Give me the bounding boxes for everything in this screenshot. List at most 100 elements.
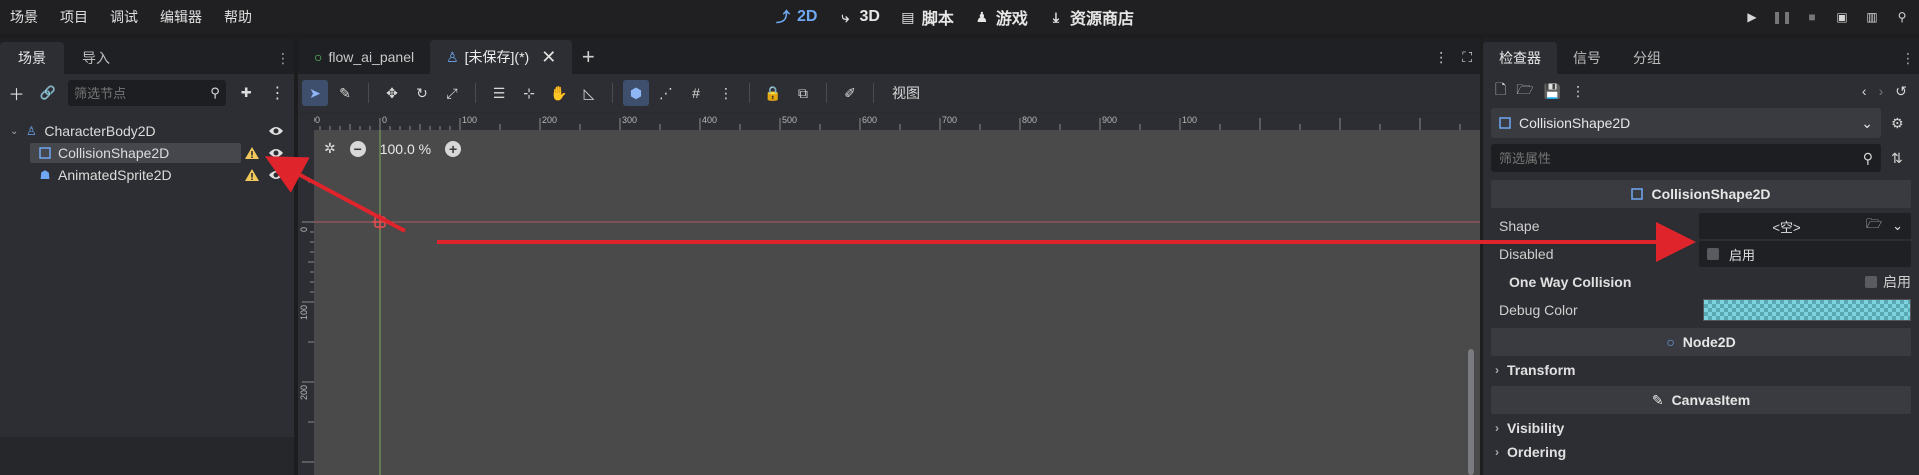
viewport-grid bbox=[314, 130, 1480, 475]
menu-debug[interactable]: 调试 bbox=[99, 0, 149, 34]
object-tools-icon[interactable]: ⚙ bbox=[1891, 115, 1904, 132]
workspace-game[interactable]: ♟ 游戏 bbox=[974, 5, 1028, 29]
lock-icon[interactable]: 🔒 bbox=[760, 80, 786, 106]
property-shape: Shape <空> 🗁 ⌄ bbox=[1491, 212, 1911, 240]
attach-script-icon[interactable]: ✚ bbox=[236, 82, 257, 104]
open-folder-icon[interactable]: 🗁 bbox=[1516, 79, 1533, 103]
distraction-free-icon[interactable]: ⛶ bbox=[1462, 49, 1472, 66]
tab-inspector[interactable]: 检查器 bbox=[1483, 42, 1557, 74]
select-mode-icon[interactable]: ➤ bbox=[302, 80, 328, 106]
scene-tab-flow-ai-panel[interactable]: ○ flow_ai_panel bbox=[298, 40, 430, 74]
pan-mode-icon[interactable]: ✋ bbox=[546, 80, 572, 106]
tab-import[interactable]: 导入 bbox=[64, 42, 128, 74]
toolbar-divider bbox=[475, 83, 476, 103]
tree-row-characterbody2d[interactable]: ⌄ ♙ CharacterBody2D bbox=[0, 120, 294, 142]
snap-options-icon[interactable]: ⋰ bbox=[653, 80, 679, 106]
scene-tab-unsaved[interactable]: ♙ [未保存](*) ✕ bbox=[430, 40, 573, 74]
checkbox-box[interactable] bbox=[1707, 248, 1719, 260]
tab-scene[interactable]: 场景 bbox=[0, 42, 64, 74]
new-resource-icon[interactable]: 🗋 bbox=[1495, 79, 1506, 103]
list-select-icon[interactable]: ☰ bbox=[486, 80, 512, 106]
workspace-switcher: ⤴ 2D ⤷ 3D ▤ 脚本 ♟ 游戏 ⤓ 资源商店 bbox=[775, 0, 1134, 34]
zoom-out-icon[interactable]: − bbox=[349, 140, 366, 157]
pause-icon[interactable]: ❚❚ bbox=[1772, 8, 1792, 26]
move-mode-icon[interactable]: ✥ bbox=[379, 80, 405, 106]
smart-snap-icon[interactable]: ⬢ bbox=[623, 80, 649, 106]
tree-row-animatedsprite2d[interactable]: ☗ AnimatedSprite2D bbox=[0, 164, 294, 186]
menu-help[interactable]: 帮助 bbox=[213, 0, 263, 34]
kebab-menu-icon[interactable]: ⋮ bbox=[1897, 42, 1919, 74]
debug-color-picker[interactable] bbox=[1703, 299, 1911, 321]
scale-mode-icon[interactable]: ⤢ bbox=[439, 80, 465, 106]
filter-options-icon[interactable]: ⇅ bbox=[1891, 150, 1903, 167]
checkbox-box[interactable] bbox=[1865, 276, 1877, 288]
workspace-2d[interactable]: ⤴ 2D bbox=[775, 8, 817, 26]
group-transform[interactable]: › Transform bbox=[1491, 356, 1911, 384]
save-icon[interactable]: 💾 bbox=[1544, 83, 1561, 100]
vertical-scrollbar[interactable] bbox=[1468, 349, 1474, 475]
visibility-eye-icon[interactable] bbox=[268, 169, 284, 181]
workspace-3d[interactable]: ⤷ 3D bbox=[837, 8, 880, 26]
object-selector[interactable]: CollisionShape2D ⌄ bbox=[1491, 108, 1881, 138]
skeleton-bone-icon[interactable]: ✐ bbox=[837, 80, 863, 106]
canvas-viewport[interactable]: -100 0 100 200 300 400 500 600 700 800 9… bbox=[298, 114, 1480, 475]
warning-icon[interactable] bbox=[244, 168, 260, 182]
close-icon[interactable]: ✕ bbox=[541, 47, 556, 68]
snap-kebab-icon[interactable]: ⋮ bbox=[713, 80, 739, 106]
add-node-icon[interactable]: ＋ bbox=[6, 82, 27, 104]
stop-icon[interactable]: ■ bbox=[1803, 8, 1821, 26]
history-icon[interactable]: ↺ bbox=[1895, 83, 1907, 100]
play-icon[interactable]: ▶ bbox=[1743, 8, 1761, 26]
movie-maker-icon[interactable]: ⚲ bbox=[1893, 8, 1911, 26]
instance-scene-link-icon[interactable]: 🔗 bbox=[37, 82, 58, 104]
history-forward-icon[interactable]: › bbox=[1879, 83, 1884, 100]
play-scene-icon[interactable]: ▣ bbox=[1833, 8, 1851, 26]
warning-icon[interactable] bbox=[244, 146, 260, 160]
group-ordering[interactable]: › Ordering bbox=[1491, 442, 1911, 462]
shape-resource-picker[interactable]: <空> 🗁 ⌄ bbox=[1699, 213, 1911, 239]
center-view-icon[interactable]: ✲ bbox=[324, 140, 336, 157]
play-custom-scene-icon[interactable]: ▥ bbox=[1863, 8, 1881, 26]
ruler-label: 900 bbox=[1102, 115, 1117, 125]
filter-properties-input[interactable] bbox=[1499, 150, 1839, 166]
ruler-horizontal[interactable]: -100 0 100 200 300 400 500 600 700 800 9… bbox=[298, 114, 1480, 130]
workspace-script[interactable]: ▤ 脚本 bbox=[900, 5, 954, 29]
collapse-arrow-icon[interactable]: ⌄ bbox=[10, 126, 18, 137]
scene-tabs-kebab-icon[interactable]: ⋮ bbox=[1434, 49, 1448, 66]
node-label: CharacterBody2D bbox=[44, 123, 156, 139]
menu-project[interactable]: 项目 bbox=[49, 0, 99, 34]
selected-object-label: CollisionShape2D bbox=[1519, 115, 1631, 131]
filter-nodes-box: ⚲ bbox=[68, 80, 226, 106]
one-way-checkbox[interactable]: 启用 bbox=[1699, 272, 1911, 292]
pivot-mode-icon[interactable]: ⊹ bbox=[516, 80, 542, 106]
chevron-down-icon[interactable]: ⌄ bbox=[1892, 218, 1903, 234]
group-icon[interactable]: ⧉ bbox=[790, 80, 816, 106]
workspace-assetlib[interactable]: ⤓ 资源商店 bbox=[1048, 5, 1134, 29]
ruler-vertical[interactable]: 0 100 200 bbox=[298, 114, 314, 475]
zoom-in-icon[interactable]: + bbox=[445, 140, 462, 157]
kebab-menu-icon[interactable]: ⋮ bbox=[272, 42, 294, 74]
filter-properties-box: ⚲ bbox=[1491, 144, 1881, 172]
filter-nodes-input[interactable] bbox=[74, 85, 205, 101]
disabled-checkbox[interactable]: 启用 bbox=[1699, 241, 1911, 267]
zoom-level[interactable]: 100.0 % bbox=[380, 141, 431, 157]
inspector-kebab-icon[interactable]: ⋮ bbox=[1571, 83, 1585, 100]
view-menu[interactable]: 视图 bbox=[884, 83, 928, 103]
add-scene-tab-icon[interactable]: + bbox=[572, 40, 604, 74]
menu-scene[interactable]: 场景 bbox=[0, 0, 49, 34]
2d-workspace-icon: ⤴ bbox=[776, 9, 790, 25]
rotate-mode-icon[interactable]: ↻ bbox=[409, 80, 435, 106]
visibility-eye-icon[interactable] bbox=[268, 147, 284, 159]
scene-kebab-icon[interactable]: ⋮ bbox=[267, 82, 288, 104]
load-resource-icon[interactable]: 🗁 bbox=[1866, 215, 1882, 237]
menu-editor[interactable]: 编辑器 bbox=[149, 0, 213, 34]
grid-snap-icon[interactable]: # bbox=[683, 80, 709, 106]
group-visibility[interactable]: › Visibility bbox=[1491, 414, 1911, 442]
tab-groups[interactable]: 分组 bbox=[1617, 42, 1677, 74]
paint-icon[interactable]: ✎ bbox=[332, 80, 358, 106]
ruler-mode-icon[interactable]: ◺ bbox=[576, 80, 602, 106]
history-back-icon[interactable]: ‹ bbox=[1862, 83, 1867, 100]
visibility-eye-icon[interactable] bbox=[268, 125, 284, 137]
tab-signals[interactable]: 信号 bbox=[1557, 42, 1617, 74]
tree-row-collisionshape2d[interactable]: CollisionShape2D bbox=[0, 142, 294, 164]
